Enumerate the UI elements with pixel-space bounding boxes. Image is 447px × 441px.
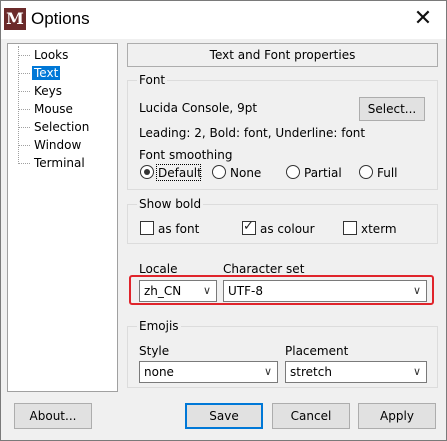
tree-item-keys[interactable]: Keys — [18, 83, 64, 99]
about-button[interactable]: About... — [14, 403, 92, 429]
highlight-annotation — [129, 275, 434, 305]
smoothing-none-radio[interactable] — [212, 165, 226, 179]
emojis-title: Emojis — [137, 319, 181, 333]
smoothing-default-radio[interactable] — [140, 165, 154, 179]
bold-as-font-checkbox[interactable] — [140, 221, 154, 235]
bold-as-colour-checkbox[interactable] — [242, 219, 256, 235]
category-tree: Looks Text Keys Mouse Selection Window T… — [7, 43, 118, 392]
emoji-placement-value: stretch — [290, 365, 332, 379]
emoji-style-value: none — [144, 365, 174, 379]
close-button[interactable]: ✕ — [406, 5, 440, 35]
smoothing-full-label[interactable]: Full — [377, 166, 398, 180]
font-details: Leading: 2, Bold: font, Underline: font — [139, 126, 366, 140]
chevron-down-icon: ∨ — [412, 365, 421, 378]
font-select-button[interactable]: Select... — [359, 97, 425, 121]
bold-xterm-label[interactable]: xterm — [361, 222, 397, 236]
tree-item-looks[interactable]: Looks — [18, 47, 70, 63]
smoothing-partial-label[interactable]: Partial — [304, 166, 342, 180]
tree-item-window[interactable]: Window — [18, 137, 83, 153]
bold-as-font-label[interactable]: as font — [158, 222, 199, 236]
title-bar: M Options ✕ — [1, 1, 446, 39]
app-icon: M — [4, 8, 26, 30]
smoothing-none-label[interactable]: None — [230, 166, 261, 180]
emoji-style-select[interactable]: none ∨ — [139, 361, 278, 383]
emoji-placement-select[interactable]: stretch ∨ — [285, 361, 427, 383]
chevron-down-icon: ∨ — [263, 365, 272, 378]
tree-item-terminal[interactable]: Terminal — [18, 155, 87, 171]
window-title: Options — [31, 9, 90, 28]
emoji-placement-label: Placement — [285, 344, 349, 358]
smoothing-full-radio[interactable] — [359, 165, 373, 179]
emoji-style-label: Style — [139, 344, 170, 358]
panel-header: Text and Font properties — [127, 43, 438, 67]
tree-item-mouse[interactable]: Mouse — [18, 101, 75, 117]
font-name: Lucida Console, 9pt — [139, 101, 258, 115]
show-bold-title: Show bold — [137, 197, 204, 211]
bold-xterm-checkbox[interactable] — [343, 221, 357, 235]
tree-item-text[interactable]: Text — [18, 65, 61, 81]
charset-label: Character set — [223, 262, 305, 276]
smoothing-partial-radio[interactable] — [286, 165, 300, 179]
locale-label: Locale — [139, 262, 178, 276]
save-button[interactable]: Save — [185, 403, 263, 429]
tree-item-selection[interactable]: Selection — [18, 119, 91, 135]
font-group-title: Font — [137, 73, 168, 87]
options-window: M Options ✕ Looks Text Keys Mouse Select… — [0, 0, 447, 441]
smoothing-default-label[interactable]: Default — [158, 166, 202, 180]
bold-as-colour-label[interactable]: as colour — [260, 222, 315, 236]
apply-button[interactable]: Apply — [358, 403, 436, 429]
cancel-button[interactable]: Cancel — [272, 403, 350, 429]
font-smoothing-label: Font smoothing — [139, 148, 233, 162]
